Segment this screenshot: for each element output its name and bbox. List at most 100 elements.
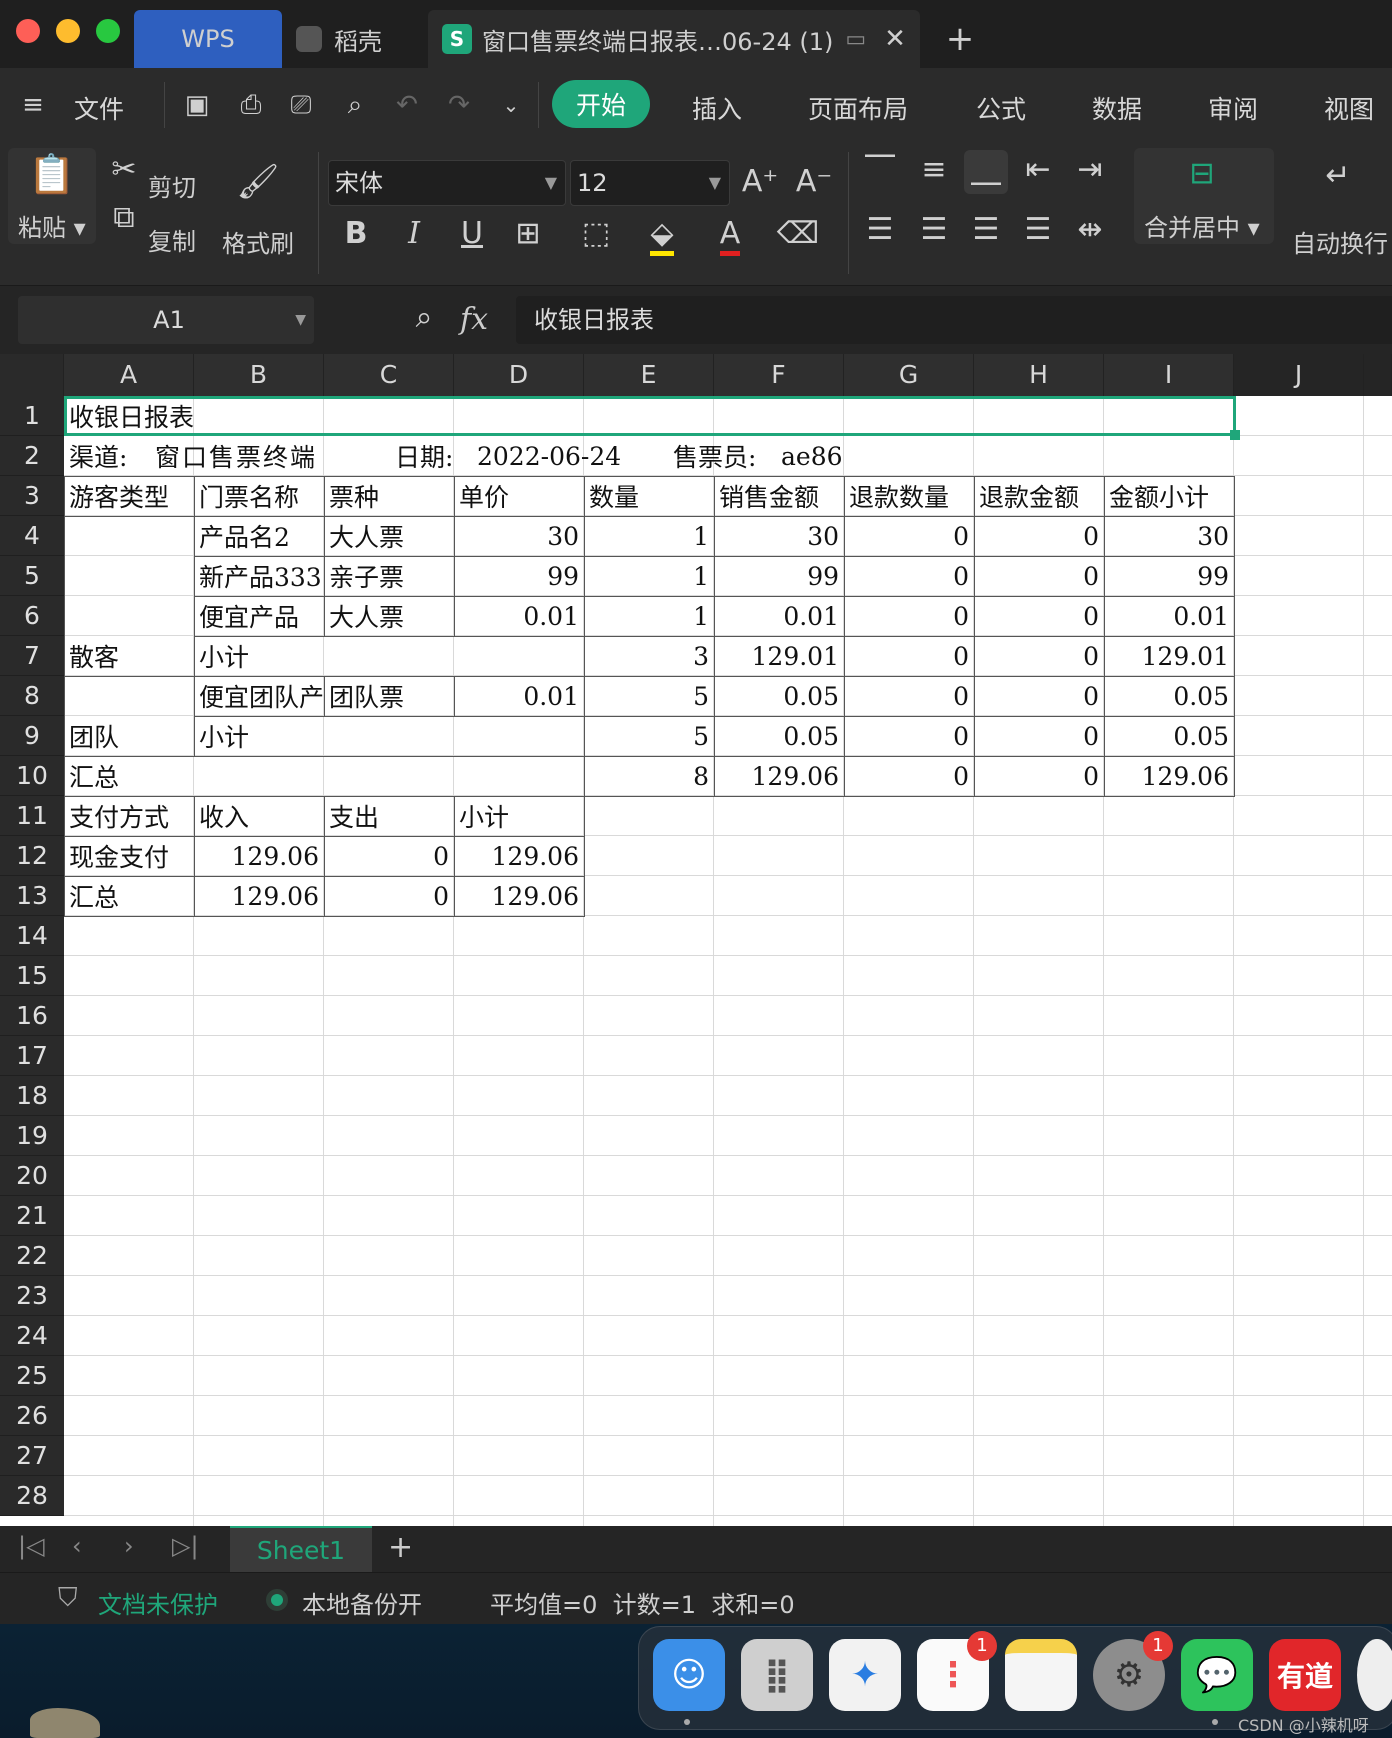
align-middle-icon[interactable]: ≡ bbox=[912, 150, 956, 194]
cell-date-label[interactable]: 日期: bbox=[390, 436, 480, 476]
column-header-B[interactable]: B bbox=[194, 354, 324, 396]
next-sheet-icon[interactable]: › bbox=[124, 1532, 134, 1560]
launchpad-icon[interactable]: ⣿ bbox=[741, 1639, 813, 1711]
table-cell[interactable]: 99 bbox=[714, 556, 844, 596]
header-cell[interactable]: 门票名称 bbox=[194, 476, 324, 516]
table-cell[interactable]: 99 bbox=[454, 556, 584, 596]
row-header[interactable]: 21 bbox=[0, 1196, 64, 1236]
header-cell[interactable]: 退款金额 bbox=[974, 476, 1104, 516]
export-pdf-icon[interactable]: ⎙ bbox=[234, 88, 268, 122]
distributed-align-icon[interactable]: ⇹ bbox=[1068, 210, 1112, 254]
row-header[interactable]: 25 bbox=[0, 1356, 64, 1396]
name-box[interactable]: A1 ▼ bbox=[18, 296, 314, 344]
table-cell[interactable]: 散客 bbox=[64, 636, 194, 676]
table-cell[interactable]: 0 bbox=[844, 636, 974, 676]
table-cell[interactable]: 30 bbox=[454, 516, 584, 556]
table-cell[interactable]: 5 bbox=[584, 676, 714, 716]
table-cell[interactable]: 0.01 bbox=[1104, 596, 1234, 636]
merge-center-button[interactable]: ⊟ 合并居中 ▾ bbox=[1134, 148, 1274, 244]
column-header-I[interactable]: I bbox=[1104, 354, 1234, 396]
print-icon[interactable]: ⎚ bbox=[284, 88, 318, 122]
table-cell[interactable]: 0.05 bbox=[1104, 716, 1234, 756]
decrease-indent-icon[interactable]: ⇤ bbox=[1016, 150, 1060, 194]
header-cell[interactable]: 数量 bbox=[584, 476, 714, 516]
row-header[interactable]: 11 bbox=[0, 796, 64, 836]
row-header[interactable]: 18 bbox=[0, 1076, 64, 1116]
align-left-icon[interactable]: ☰ bbox=[858, 210, 902, 254]
reminders-icon[interactable]: ⋮ 1 bbox=[917, 1631, 997, 1711]
copy-button[interactable]: 复制 bbox=[148, 222, 196, 257]
copy-icon[interactable]: ⧉ bbox=[102, 198, 146, 242]
safari-icon[interactable]: ✦ bbox=[829, 1639, 901, 1711]
row-header[interactable]: 15 bbox=[0, 956, 64, 996]
row-header[interactable]: 20 bbox=[0, 1156, 64, 1196]
table-cell[interactable]: 亲子票 bbox=[324, 556, 454, 596]
document-protection-status[interactable]: 文档未保护 bbox=[98, 1585, 218, 1620]
column-header-F[interactable]: F bbox=[714, 354, 844, 396]
font-color-icon[interactable]: A bbox=[708, 214, 752, 258]
table-cell[interactable]: 1 bbox=[584, 596, 714, 636]
row-header[interactable]: 12 bbox=[0, 836, 64, 876]
cell-style-icon[interactable]: ⬚ bbox=[574, 214, 618, 258]
table-cell[interactable]: 0 bbox=[974, 516, 1104, 556]
table-cell[interactable]: 1 bbox=[584, 556, 714, 596]
format-painter-icon[interactable]: 🖌 bbox=[236, 162, 280, 206]
decrease-font-icon[interactable]: A⁻ bbox=[792, 162, 836, 206]
table-cell[interactable]: 0.05 bbox=[1104, 676, 1234, 716]
chrome-icon[interactable] bbox=[1357, 1639, 1392, 1711]
bold-icon[interactable]: B bbox=[334, 214, 378, 258]
tab-page-layout[interactable]: 页面布局 bbox=[808, 90, 908, 126]
column-header-D[interactable]: D bbox=[454, 354, 584, 396]
spreadsheet-grid[interactable]: A B C D E F G H I J 1 2 3 4 5 6 7 8 9 10 11 12 13 14 1… bbox=[0, 354, 1392, 1526]
minimize-window-button[interactable] bbox=[56, 19, 80, 43]
increase-indent-icon[interactable]: ⇥ bbox=[1068, 150, 1112, 194]
row-header[interactable]: 9 bbox=[0, 716, 64, 756]
table-cell[interactable]: 0 bbox=[974, 636, 1104, 676]
tab-formulas[interactable]: 公式 bbox=[976, 90, 1026, 126]
table-cell[interactable]: 0 bbox=[844, 676, 974, 716]
table-cell[interactable]: 1 bbox=[584, 516, 714, 556]
table-cell[interactable]: 129.01 bbox=[714, 636, 844, 676]
italic-icon[interactable]: I bbox=[392, 214, 436, 258]
tab-home[interactable]: 开始 bbox=[552, 80, 651, 128]
table-cell[interactable]: 0 bbox=[844, 756, 974, 796]
header-cell[interactable]: 游客类型 bbox=[64, 476, 194, 516]
column-header-H[interactable]: H bbox=[974, 354, 1104, 396]
row-header[interactable]: 14 bbox=[0, 916, 64, 956]
header-cell[interactable]: 小计 bbox=[454, 796, 584, 836]
table-cell[interactable]: 3 bbox=[584, 636, 714, 676]
cell-A1-title[interactable]: 收银日报表 bbox=[64, 396, 1234, 436]
cell-seller[interactable]: ae86 bbox=[776, 436, 886, 476]
column-header-C[interactable]: C bbox=[324, 354, 454, 396]
cell-date[interactable]: 2022-06-24 bbox=[472, 436, 662, 476]
row-header[interactable]: 8 bbox=[0, 676, 64, 716]
table-cell[interactable]: 0 bbox=[974, 756, 1104, 796]
close-window-button[interactable] bbox=[16, 19, 40, 43]
table-cell[interactable]: 129.06 bbox=[1104, 756, 1234, 796]
format-painter-button[interactable]: 格式刷 bbox=[222, 224, 294, 259]
row-header[interactable]: 17 bbox=[0, 1036, 64, 1076]
row-header[interactable]: 23 bbox=[0, 1276, 64, 1316]
new-tab-button[interactable]: + bbox=[940, 10, 980, 68]
youdao-icon[interactable]: 有道 bbox=[1269, 1639, 1341, 1711]
file-menu[interactable]: 文件 bbox=[74, 90, 124, 126]
close-tab-icon[interactable]: ✕ bbox=[884, 24, 906, 54]
table-cell[interactable]: 5 bbox=[584, 716, 714, 756]
zoom-window-button[interactable] bbox=[96, 19, 120, 43]
table-cell[interactable]: 新产品333 bbox=[194, 556, 324, 596]
table-cell[interactable]: 129.06 bbox=[454, 836, 584, 876]
formula-input[interactable]: 收银日报表 bbox=[516, 296, 1392, 344]
system-preferences-icon[interactable]: ⚙ 1 bbox=[1093, 1631, 1173, 1711]
table-cell[interactable]: 团队票 bbox=[324, 676, 454, 716]
table-cell[interactable]: 0 bbox=[844, 596, 974, 636]
column-header-G[interactable]: G bbox=[844, 354, 974, 396]
table-cell[interactable]: 0.01 bbox=[714, 596, 844, 636]
table-cell[interactable]: 汇总 bbox=[64, 876, 194, 916]
paste-button[interactable]: 📋 粘贴 ▾ bbox=[8, 148, 96, 244]
zoom-search-icon[interactable]: ⌕ bbox=[402, 298, 446, 342]
table-cell[interactable]: 大人票 bbox=[324, 596, 454, 636]
justify-icon[interactable]: ☰ bbox=[1016, 210, 1060, 254]
tab-data[interactable]: 数据 bbox=[1092, 90, 1142, 126]
table-cell[interactable]: 0.01 bbox=[454, 676, 584, 716]
eraser-icon[interactable]: ⌫ bbox=[776, 214, 820, 258]
